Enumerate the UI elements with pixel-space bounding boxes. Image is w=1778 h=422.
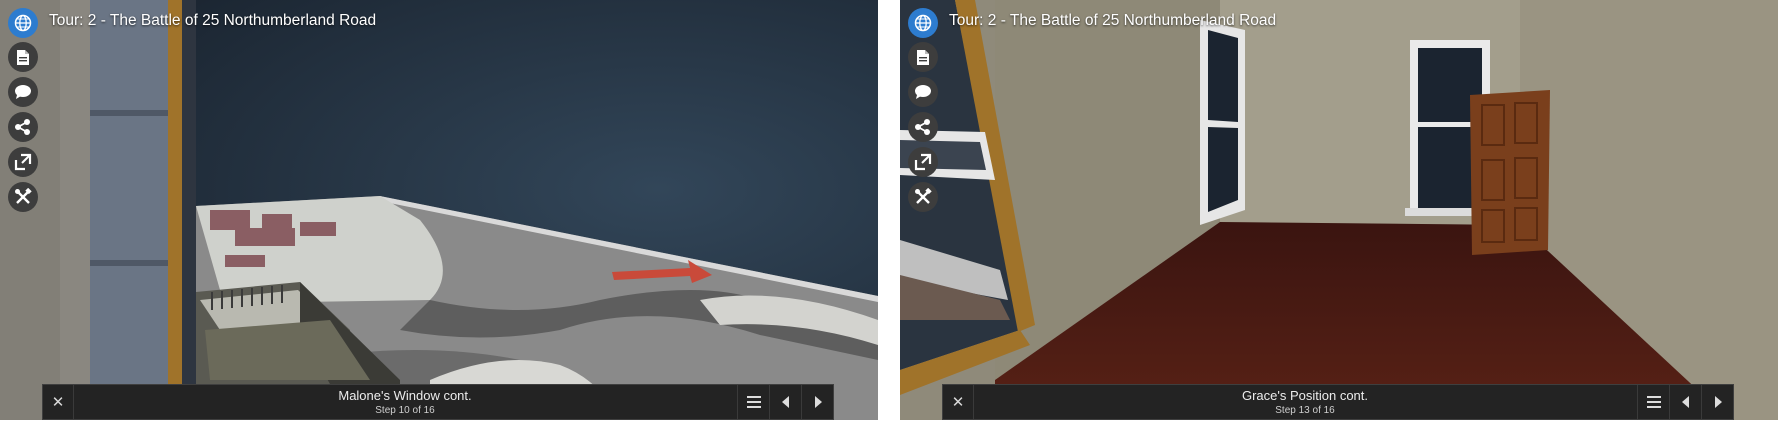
comment-icon[interactable] (908, 77, 938, 107)
step-bar: ✕ Grace's Position cont. Step 13 of 16 (942, 384, 1734, 420)
document-icon[interactable] (908, 42, 938, 72)
viewer-panel-right[interactable]: Tour: 2 - The Battle of 25 Northumberlan… (900, 0, 1778, 420)
step-title: Malone's Window cont. (338, 388, 472, 403)
step-caption: Malone's Window cont. Step 10 of 16 (73, 388, 737, 417)
tour-title: Tour: 2 - The Battle of 25 Northumberlan… (949, 12, 1277, 29)
menu-icon[interactable] (737, 385, 770, 419)
tour-title: Tour: 2 - The Battle of 25 Northumberlan… (49, 12, 377, 29)
next-icon[interactable] (801, 385, 834, 419)
previous-icon[interactable] (1669, 385, 1702, 419)
share-icon[interactable] (8, 112, 38, 142)
comment-icon[interactable] (8, 77, 38, 107)
scene-view-rooftop[interactable] (0, 0, 878, 420)
step-counter: Step 10 of 16 (375, 405, 435, 416)
globe-icon[interactable] (8, 8, 38, 38)
previous-icon[interactable] (769, 385, 802, 419)
step-counter: Step 13 of 16 (1275, 405, 1335, 416)
close-icon[interactable]: ✕ (943, 385, 974, 419)
scene-view-room[interactable] (900, 0, 1778, 420)
next-icon[interactable] (1701, 385, 1734, 419)
close-icon[interactable]: ✕ (43, 385, 74, 419)
fullscreen-icon[interactable] (908, 147, 938, 177)
tools-icon[interactable] (8, 182, 38, 212)
fullscreen-icon[interactable] (8, 147, 38, 177)
document-icon[interactable] (8, 42, 38, 72)
viewer-panel-left[interactable]: Tour: 2 - The Battle of 25 Northumberlan… (0, 0, 878, 420)
step-caption: Grace's Position cont. Step 13 of 16 (973, 388, 1637, 417)
step-title: Grace's Position cont. (1241, 388, 1369, 403)
tools-icon[interactable] (908, 182, 938, 212)
menu-icon[interactable] (1637, 385, 1670, 419)
step-bar: ✕ Malone's Window cont. Step 10 of 16 (42, 384, 834, 420)
share-icon[interactable] (908, 112, 938, 142)
globe-icon[interactable] (908, 8, 938, 38)
